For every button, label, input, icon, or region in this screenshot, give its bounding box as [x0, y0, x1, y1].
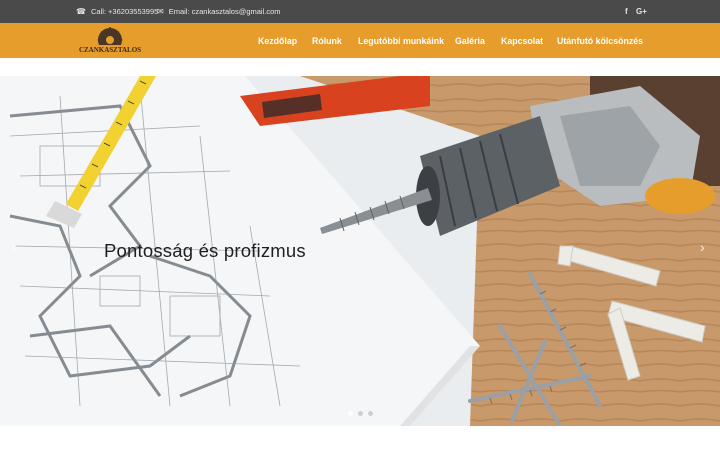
- site-logo[interactable]: CZANKASZTALOS: [76, 26, 144, 55]
- main-navbar: CZANKASZTALOS Kezdőlap Rólunk Legutóbbi …: [0, 23, 720, 58]
- nav-label: Kapcsolat: [501, 35, 544, 46]
- nav-item-galeria[interactable]: Galéria: [455, 23, 485, 58]
- nav-item-kezdolap[interactable]: Kezdőlap: [258, 23, 297, 58]
- phone-text: Call: +36203553995: [90, 7, 159, 16]
- nav-label: Utánfutó kölcsönzés: [557, 35, 644, 46]
- chevron-right-icon: ›: [700, 239, 705, 255]
- phone-contact[interactable]: ☎ Call: +36203553995: [76, 0, 158, 23]
- nav-item-kapcsolat[interactable]: Kapcsolat: [501, 23, 543, 58]
- google-plus-link[interactable]: G+: [636, 0, 647, 23]
- chevron-left-icon: ‹: [12, 239, 17, 255]
- nav-label: Kezdőlap: [258, 35, 298, 46]
- phone-icon: ☎: [76, 7, 86, 16]
- slide-dot-1[interactable]: [348, 411, 353, 416]
- slide-dot-3[interactable]: [368, 411, 373, 416]
- hero-slider: Pontosság és profizmus ‹ ›: [0, 76, 720, 426]
- email-contact[interactable]: ✉ Email: czankasztalos@gmail.com: [157, 0, 281, 23]
- nav-label: Rólunk: [312, 35, 342, 46]
- slider-next-button[interactable]: ›: [700, 239, 705, 255]
- envelope-icon: ✉: [157, 7, 164, 16]
- nav-item-utanfuto-kolcsonzes[interactable]: Utánfutó kölcsönzés: [557, 23, 643, 58]
- slider-prev-button[interactable]: ‹: [12, 239, 17, 255]
- nav-label: Legutóbbi munkáink: [358, 35, 445, 46]
- facebook-icon: f: [625, 7, 628, 16]
- facebook-link[interactable]: f: [625, 0, 628, 23]
- slider-pagination: [348, 411, 373, 416]
- email-text: Email: czankasztalos@gmail.com: [168, 7, 281, 16]
- google-plus-icon: G+: [636, 7, 647, 16]
- top-contact-bar: ☎ Call: +36203553995 ✉ Email: czankaszta…: [0, 0, 720, 23]
- saw-blade-logo-icon: CZANKASZTALOS: [79, 26, 141, 54]
- slide-dot-2[interactable]: [358, 411, 363, 416]
- nav-item-legutobbi-munkaink[interactable]: Legutóbbi munkáink: [358, 23, 444, 58]
- nav-item-rolunk[interactable]: Rólunk: [312, 23, 342, 58]
- nav-label: Galéria: [455, 35, 485, 46]
- hero-caption: Pontosság és profizmus: [104, 240, 306, 261]
- logo-text: CZANKASZTALOS: [79, 46, 141, 54]
